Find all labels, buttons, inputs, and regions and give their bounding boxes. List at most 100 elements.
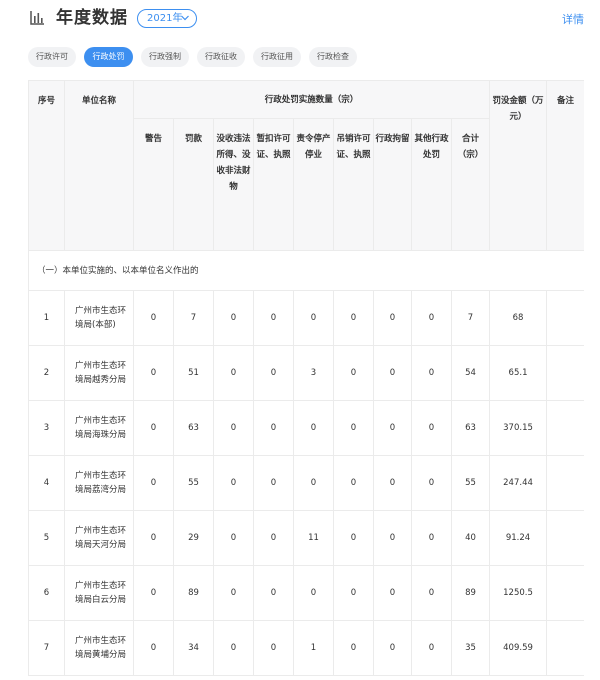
cell-revoke-license: 0 [333,290,374,346]
penalty-table-container[interactable]: 序号 单位名称 行政处罚实施数量（宗） 罚没金额（万元） 备注 警告 罚款 没收… [28,80,584,680]
cell-warning: 0 [133,565,174,621]
tab-administrative-enforcement[interactable]: 行政强制 [141,47,189,67]
tab-administrative-inspection[interactable]: 行政检查 [309,47,357,67]
cell-fine: 34 [173,620,214,676]
cell-amount: 1250.5 [489,565,548,621]
cell-total: 7 [450,290,491,346]
cell-remark [546,620,584,676]
tab-administrative-requisition[interactable]: 行政征用 [253,47,301,67]
cell-suspend-license: 0 [253,510,294,566]
cell-total: 54 [450,345,491,401]
cell-other: 0 [411,455,452,511]
cell-unit: 广州市生态环境局白云分局 [64,565,134,621]
cell-revoke-license: 0 [333,510,374,566]
tab-administrative-license[interactable]: 行政许可 [28,47,76,67]
col-header-penalty-count: 行政处罚实施数量（宗） [132,80,491,119]
cell-remark [546,400,584,456]
cell-revoke-license: 0 [333,345,374,401]
table-row: 7 广州市生态环境局黄埔分局 0 34 0 0 1 0 0 0 35 409.59 [28,620,584,676]
cell-index: 2 [28,345,65,401]
cell-unit: 广州市生态环境局越秀分局 [64,345,134,401]
tab-administrative-levy[interactable]: 行政征收 [197,47,245,67]
cell-other: 0 [411,620,452,676]
cell-fine: 7 [173,290,214,346]
cell-warning: 0 [133,290,174,346]
col-header-stop-business: 责令停产停业 [293,118,334,251]
cell-stop-business: 0 [293,290,334,346]
cell-amount: 68 [489,290,548,346]
penalty-table: 序号 单位名称 行政处罚实施数量（宗） 罚没金额（万元） 备注 警告 罚款 没收… [28,80,584,676]
cell-remark [546,345,584,401]
cell-detention: 0 [373,400,412,456]
cell-amount: 91.24 [489,510,548,566]
year-select-value: 2021年 [147,13,183,24]
col-header-revoke-license: 吊销许可证、执照 [333,118,374,251]
cell-fine: 29 [173,510,214,566]
cell-index: 5 [28,510,65,566]
cell-detention: 0 [373,510,412,566]
cell-other: 0 [411,290,452,346]
cell-amount: 409.59 [489,620,548,676]
cell-unit: 广州市生态环境局天河分局 [64,510,134,566]
cell-total: 89 [450,565,491,621]
cell-confiscate: 0 [213,565,254,621]
cell-revoke-license: 0 [333,400,374,456]
cell-other: 0 [411,565,452,621]
section-label: （一）本单位实施的、以本单位名义作出的 [28,250,584,291]
table-row: 3 广州市生态环境局海珠分局 0 63 0 0 0 0 0 0 63 370.15 [28,400,584,456]
section-row: （一）本单位实施的、以本单位名义作出的 [28,250,584,291]
col-header-index: 序号 [28,80,65,251]
col-header-confiscate: 没收违法所得、没收非法财物 [213,118,254,251]
cell-detention: 0 [373,455,412,511]
cell-detention: 0 [373,565,412,621]
col-header-fine: 罚款 [173,118,214,251]
chevron-down-icon [181,15,189,21]
bar-chart-icon [30,11,44,25]
cell-stop-business: 0 [293,455,334,511]
col-header-warning: 警告 [133,118,174,251]
cell-total: 55 [450,455,491,511]
cell-confiscate: 0 [213,290,254,346]
cell-suspend-license: 0 [253,290,294,346]
cell-total: 63 [450,400,491,456]
cell-unit: 广州市生态环境局海珠分局 [64,400,134,456]
cell-other: 0 [411,400,452,456]
cell-confiscate: 0 [213,455,254,511]
table-row: 6 广州市生态环境局白云分局 0 89 0 0 0 0 0 0 89 1250.5 [28,565,584,621]
cell-unit: 广州市生态环境局黄埔分局 [64,620,134,676]
cell-confiscate: 0 [213,620,254,676]
cell-suspend-license: 0 [253,455,294,511]
cell-unit: 广州市生态环境局(本部) [64,290,134,346]
table-row: 1 广州市生态环境局(本部) 0 7 0 0 0 0 0 0 7 68 [28,290,584,346]
cell-warning: 0 [133,620,174,676]
cell-fine: 55 [173,455,214,511]
cell-revoke-license: 0 [333,565,374,621]
cell-warning: 0 [133,510,174,566]
cell-amount: 370.15 [489,400,548,456]
detail-link[interactable]: 详情 [562,11,584,27]
col-header-detention: 行政拘留 [373,118,412,251]
page-header: 年度数据 2021年 详情 [0,0,600,36]
cell-index: 6 [28,565,65,621]
cell-detention: 0 [373,290,412,346]
cell-suspend-license: 0 [253,565,294,621]
cell-confiscate: 0 [213,400,254,456]
page-title: 年度数据 [56,8,128,28]
cell-warning: 0 [133,455,174,511]
tab-administrative-penalty[interactable]: 行政处罚 [84,47,133,67]
cell-remark [546,455,584,511]
col-header-unit: 单位名称 [64,80,134,251]
table-row: 5 广州市生态环境局天河分局 0 29 0 0 11 0 0 0 40 91.24 [28,510,584,566]
cell-index: 4 [28,455,65,511]
year-select[interactable]: 2021年 [137,9,197,28]
cell-total: 35 [450,620,491,676]
cell-warning: 0 [133,345,174,401]
cell-fine: 89 [173,565,214,621]
cell-detention: 0 [373,620,412,676]
cell-fine: 63 [173,400,214,456]
cell-total: 40 [450,510,491,566]
cell-suspend-license: 0 [253,620,294,676]
table-row: 2 广州市生态环境局越秀分局 0 51 0 0 3 0 0 0 54 65.1 [28,345,584,401]
cell-remark [546,565,584,621]
col-header-amount: 罚没金额（万元） [489,80,548,251]
